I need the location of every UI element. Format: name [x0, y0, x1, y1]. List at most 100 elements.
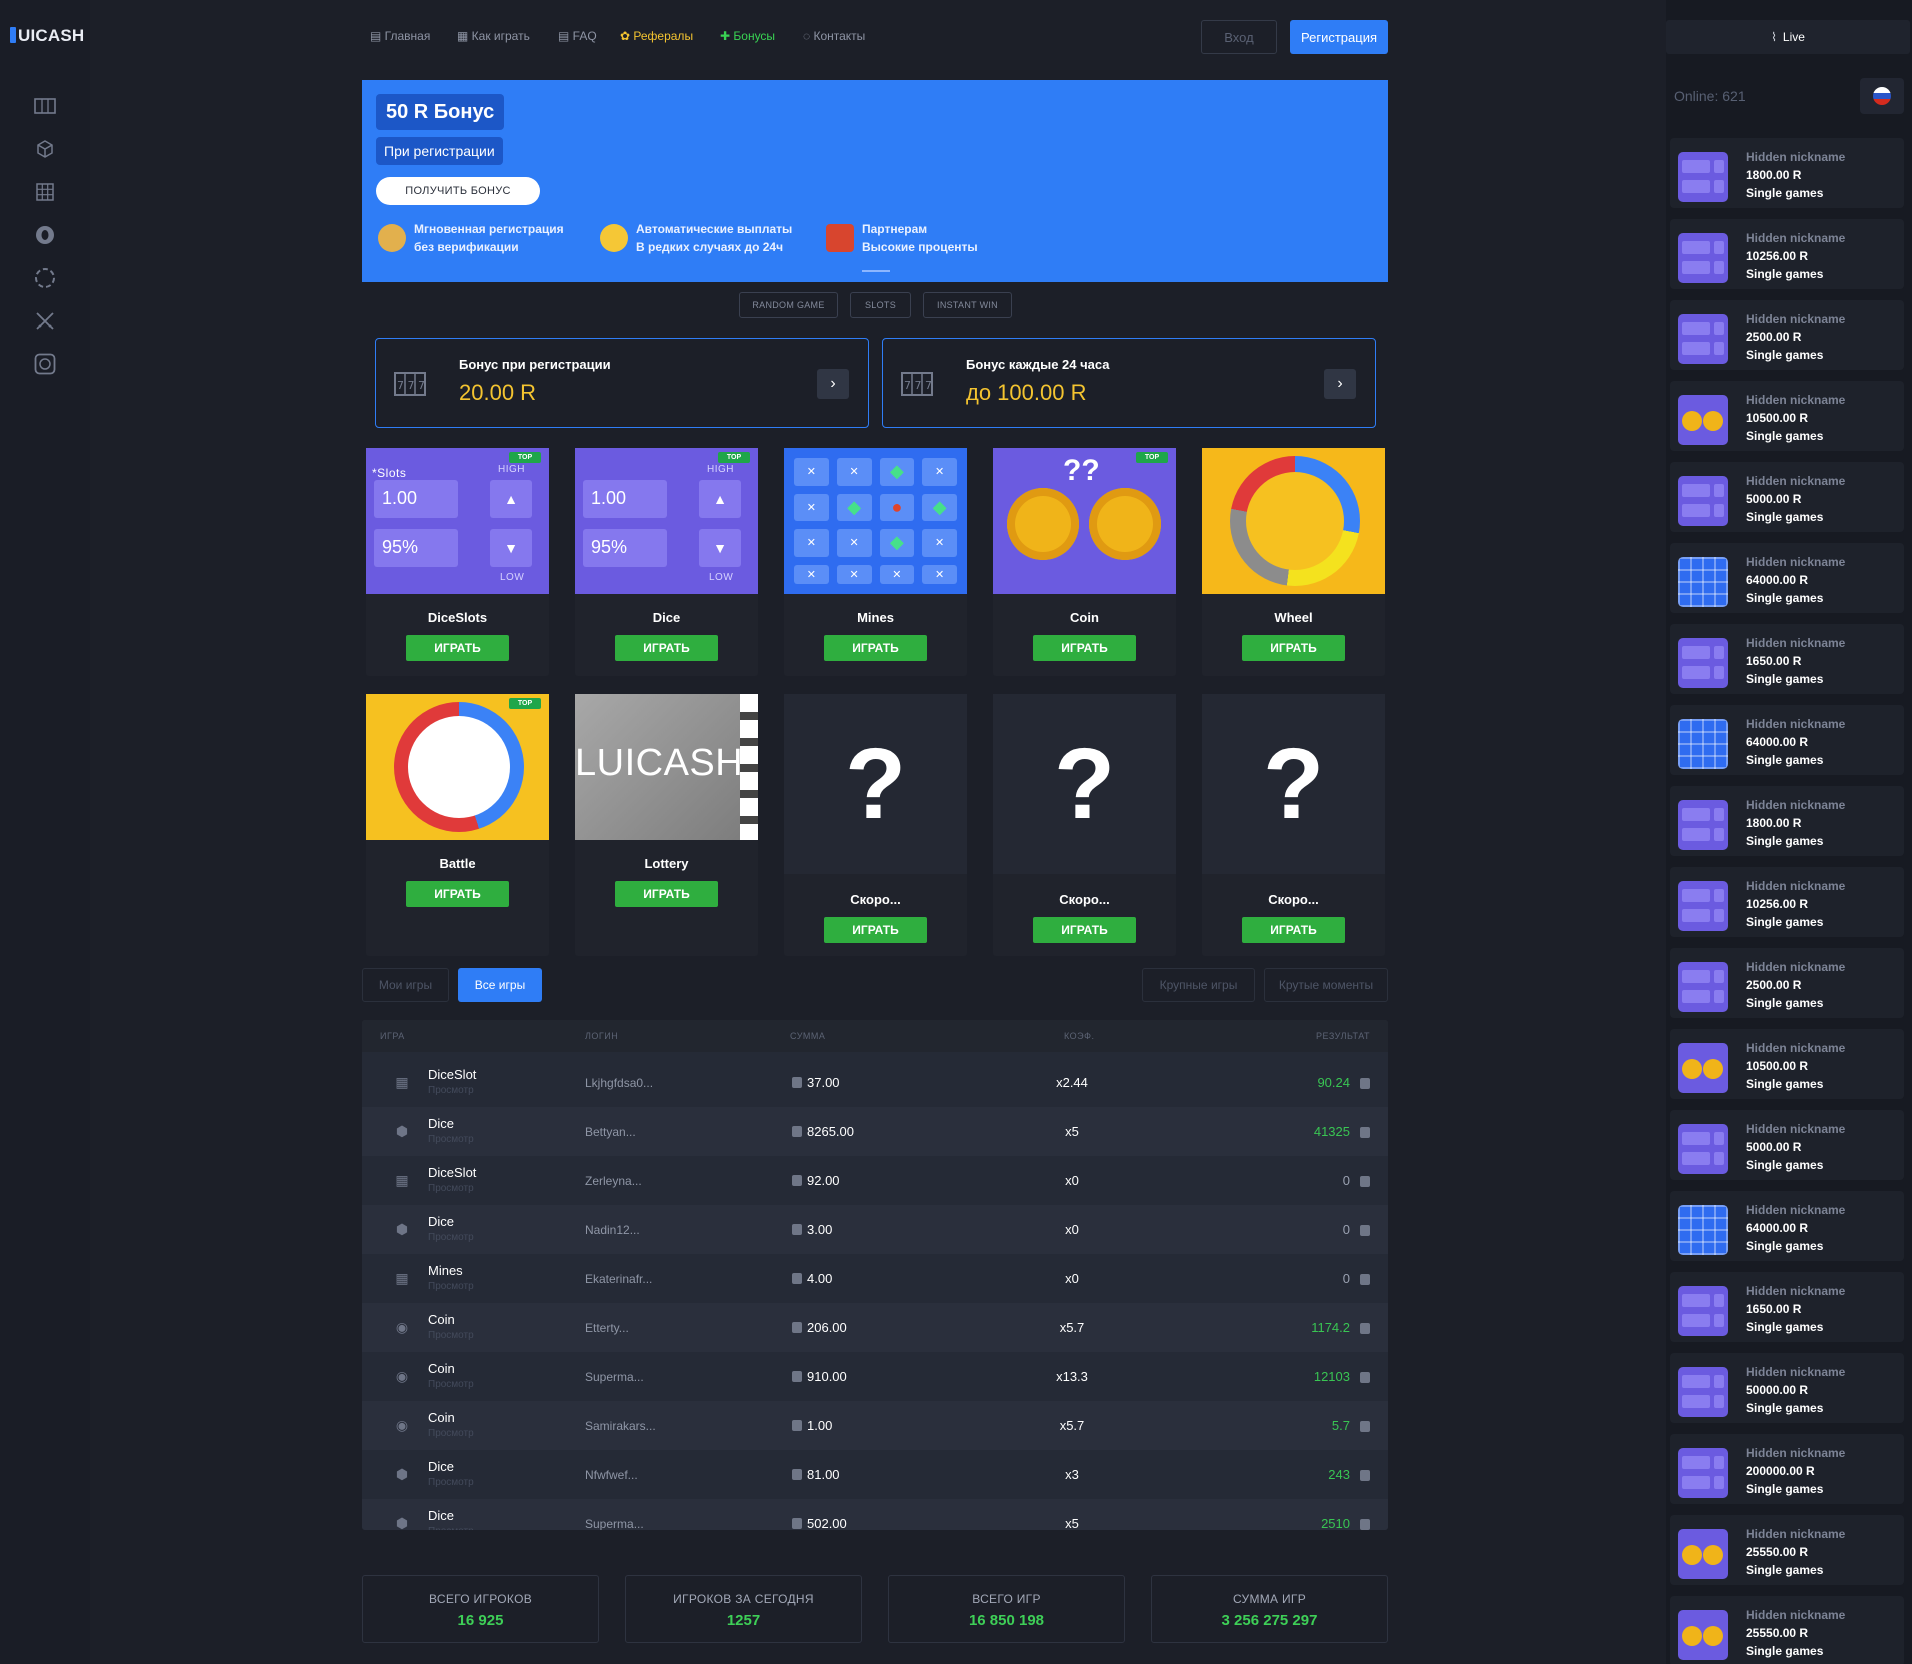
grid-icon[interactable] [33, 180, 57, 204]
table-row[interactable]: ◉ Coin Просмотр Samirakars... 1.00 x5.7 5.7 [362, 1401, 1388, 1450]
game-thumb-mines[interactable]: ✕ ✕ ◆ ✕ ✕ ◆ ● ◆ ✕ ✕ ◆ ✕ ✕ ✕ ✕ ✕ [784, 448, 967, 594]
play-button[interactable]: ИГРАТЬ [615, 635, 718, 661]
svg-text:7 7 7: 7 7 7 [397, 379, 425, 392]
feed-item[interactable]: Hidden nickname 2500.00 R Single games [1670, 948, 1904, 1018]
table-row[interactable]: ▦ DiceSlot Просмотр Zerleyna... 92.00 x0 0 [362, 1156, 1388, 1205]
table-row[interactable]: ◉ Coin Просмотр Etterty... 206.00 x5.7 1174.2 [362, 1303, 1388, 1352]
feed-item[interactable]: Hidden nickname 5000.00 R Single games [1670, 1110, 1904, 1180]
game-thumb-coin[interactable]: TOP ?? [993, 448, 1176, 594]
slots-icon[interactable] [33, 94, 57, 118]
stat-games-sum: СУММА ИГР 3 256 275 297 [1151, 1575, 1388, 1643]
coin-stack-icon [1360, 1176, 1370, 1187]
game-card-dice[interactable]: TOP HIGH 1.00 95% ▲ ▼ LOW Dice ИГРАТЬ [575, 448, 758, 676]
nav-home[interactable]: ▤ Главная [370, 29, 430, 43]
coin-thumb-icon [1678, 1529, 1728, 1579]
game-card-coming-soon[interactable]: ? Скоро... ИГРАТЬ [1202, 694, 1385, 956]
game-card-coming-soon[interactable]: ? Скоро... ИГРАТЬ [784, 694, 967, 956]
mines-thumb-icon [1678, 1205, 1728, 1255]
tab-all-games[interactable]: Все игры [458, 968, 542, 1002]
feed-item[interactable]: Hidden nickname 5000.00 R Single games [1670, 462, 1904, 532]
game-thumb-wheel[interactable] [1202, 448, 1385, 594]
game-thumb-dice[interactable]: TOP HIGH 1.00 95% ▲ ▼ LOW [575, 448, 758, 594]
tab-big-games[interactable]: Крупные игры [1142, 968, 1255, 1002]
login-button[interactable]: Вход [1201, 20, 1277, 54]
tag-instant-win[interactable]: INSTANT WIN [923, 292, 1012, 318]
play-button[interactable]: ИГРАТЬ [406, 635, 509, 661]
play-button[interactable]: ИГРАТЬ [1033, 917, 1136, 943]
tag-slots[interactable]: SLOTS [850, 292, 911, 318]
nav-contacts[interactable]: ◌ Контакты [803, 29, 865, 43]
play-button[interactable]: ИГРАТЬ [824, 635, 927, 661]
game-thumb-battle[interactable]: TOP [366, 694, 549, 840]
lottery-icon[interactable] [33, 352, 57, 376]
chevron-right-icon[interactable]: › [817, 369, 849, 399]
feed-item[interactable]: Hidden nickname 1800.00 R Single games [1670, 138, 1904, 208]
gift-icon [826, 224, 854, 252]
feed-item[interactable]: Hidden nickname 25550.00 R Single games [1670, 1515, 1904, 1585]
play-button[interactable]: ИГРАТЬ [1033, 635, 1136, 661]
close-icon: ✕ [922, 529, 957, 557]
feed-item[interactable]: Hidden nickname 64000.00 R Single games [1670, 705, 1904, 775]
feed-item[interactable]: Hidden nickname 200000.00 R Single games [1670, 1434, 1904, 1504]
feed-item[interactable]: Hidden nickname 1650.00 R Single games [1670, 624, 1904, 694]
language-selector[interactable] [1860, 78, 1904, 114]
wheel-icon[interactable] [33, 266, 57, 290]
nav-faq[interactable]: ▤ FAQ [558, 29, 597, 43]
nav-how-to-play[interactable]: ▦ Как играть [457, 29, 530, 43]
play-button[interactable]: ИГРАТЬ [406, 881, 509, 907]
table-row[interactable]: ⬢DiceПросмотрSuperma...502.00x52510 [362, 1499, 1388, 1530]
feed-item[interactable]: Hidden nickname 10256.00 R Single games [1670, 219, 1904, 289]
game-thumb-diceslots[interactable]: TOP *Slots HIGH 1.00 95% ▲ ▼ LOW [366, 448, 549, 594]
coin-icon[interactable] [33, 223, 57, 247]
question-icon: ? [1202, 694, 1385, 874]
bonus-banner: 50 R Бонус При регистрации ПОЛУЧИТЬ БОНУ… [362, 80, 1388, 282]
tag-random-game[interactable]: RANDOM GAME [739, 292, 838, 318]
nav-referrals[interactable]: ✿ Рефералы [620, 29, 693, 43]
table-row[interactable]: ▦ DiceSlot Просмотр Lkjhgfdsa0... 37.00 x2.44… [362, 1058, 1388, 1107]
game-thumb-lottery[interactable]: LUICASH [575, 694, 758, 840]
feed-item[interactable]: Hidden nickname 64000.00 R Single games [1670, 1191, 1904, 1261]
bonus-card-daily[interactable]: 7 7 7 Бонус каждые 24 часа до 100.00 R › [882, 338, 1376, 428]
get-bonus-button[interactable]: ПОЛУЧИТЬ БОНУС [376, 177, 540, 205]
banner-slide-indicator[interactable] [862, 270, 890, 272]
game-card-wheel[interactable]: Wheel ИГРАТЬ [1202, 448, 1385, 676]
game-card-lottery[interactable]: LUICASH Lottery ИГРАТЬ [575, 694, 758, 956]
feed-item[interactable]: Hidden nickname 2500.00 R Single games [1670, 300, 1904, 370]
play-button[interactable]: ИГРАТЬ [1242, 635, 1345, 661]
register-button[interactable]: Регистрация [1290, 20, 1388, 54]
table-row[interactable]: ⬢ Dice Просмотр Nfwfwef... 81.00 x3 243 [362, 1450, 1388, 1499]
game-card-diceslots[interactable]: TOP *Slots HIGH 1.00 95% ▲ ▼ LOW DiceSlo… [366, 448, 549, 676]
game-card-mines[interactable]: ✕ ✕ ◆ ✕ ✕ ◆ ● ◆ ✕ ✕ ◆ ✕ ✕ ✕ ✕ ✕ Mines ИГРАТЬ [784, 448, 967, 676]
table-row[interactable]: ◉ Coin Просмотр Superma... 910.00 x13.3 12103 [362, 1352, 1388, 1401]
feed-item[interactable]: Hidden nickname 10500.00 R Single games [1670, 1029, 1904, 1099]
feed-item[interactable]: Hidden nickname 1800.00 R Single games [1670, 786, 1904, 856]
feed-item[interactable]: Hidden nickname 25550.00 R Single games [1670, 1596, 1904, 1664]
play-button[interactable]: ИГРАТЬ [615, 881, 718, 907]
table-row[interactable]: ⬢ Dice Просмотр Bettyan... 8265.00 x5 41325 [362, 1107, 1388, 1156]
nav-bonuses[interactable]: ✚ Бонусы [720, 29, 775, 43]
feed-item[interactable]: Hidden nickname 10500.00 R Single games [1670, 381, 1904, 451]
chevron-right-icon[interactable]: › [1324, 369, 1356, 399]
coin-stack-icon [792, 1224, 802, 1235]
live-button[interactable]: ⌇ Live [1666, 20, 1910, 54]
feed-item[interactable]: Hidden nickname 10256.00 R Single games [1670, 867, 1904, 937]
coin-stack-icon [1360, 1519, 1370, 1530]
tab-my-games[interactable]: Мои игры [362, 968, 449, 1002]
cube-icon[interactable] [33, 137, 57, 161]
tab-cool-moments[interactable]: Крутые моменты [1264, 968, 1388, 1002]
feed-item[interactable]: Hidden nickname 64000.00 R Single games [1670, 543, 1904, 613]
logo[interactable]: UICASH [10, 26, 84, 46]
game-card-battle[interactable]: TOP Battle ИГРАТЬ [366, 694, 549, 956]
grid-icon: ▦ [395, 1269, 409, 1286]
game-card-coin[interactable]: TOP ?? Coin ИГРАТЬ [993, 448, 1176, 676]
bonus-card-registration[interactable]: 7 7 7 Бонус при регистрации 20.00 R › [375, 338, 869, 428]
swords-icon[interactable] [33, 309, 57, 333]
play-button[interactable]: ИГРАТЬ [824, 917, 927, 943]
feed-item[interactable]: Hidden nickname 1650.00 R Single games [1670, 1272, 1904, 1342]
table-row[interactable]: ⬢ Dice Просмотр Nadin12... 3.00 x0 0 [362, 1205, 1388, 1254]
play-button[interactable]: ИГРАТЬ [1242, 917, 1345, 943]
table-row[interactable]: ▦ Mines Просмотр Ekaterinafr... 4.00 x0 0 [362, 1254, 1388, 1303]
dice-thumb-icon [1678, 638, 1728, 688]
game-card-coming-soon[interactable]: ? Скоро... ИГРАТЬ [993, 694, 1176, 956]
feed-item[interactable]: Hidden nickname 50000.00 R Single games [1670, 1353, 1904, 1423]
